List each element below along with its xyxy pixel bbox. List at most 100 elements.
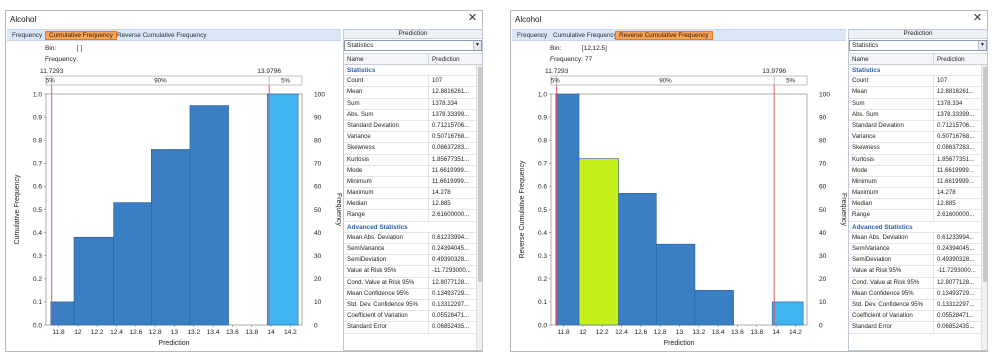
stats-row: Mean Abs. Deviation 0.61233994... xyxy=(344,232,482,244)
stat-name: Coefficient of Variation xyxy=(344,311,429,322)
column-name-header: Name xyxy=(344,54,429,64)
stats-row: Std. Dev. Confidence 95% 0.13312297... xyxy=(344,299,482,312)
y-tick-label-right: 100 xyxy=(314,91,325,98)
dropdown-value: Statistics xyxy=(852,42,879,49)
panel-header: Prediction xyxy=(344,30,482,39)
stat-value: 12.8816261... xyxy=(937,88,975,96)
y-tick-label-right: 70 xyxy=(819,161,827,168)
stats-row: Cond. Value at Risk 95% 12.8077128... xyxy=(344,277,482,289)
x-tick-label: 14 xyxy=(772,329,780,336)
panel-scrollbar[interactable] xyxy=(981,65,987,350)
y-tick-label-right: 50 xyxy=(819,207,827,214)
stat-name: Value at Risk 95% xyxy=(344,266,429,277)
x-tick-label: 12 xyxy=(579,329,587,336)
stat-value: 0.50716768... xyxy=(937,133,975,141)
close-icon[interactable]: ✕ xyxy=(466,12,479,25)
stats-row: Cond. Value at Risk 95% 12.8077128... xyxy=(849,277,987,289)
window-titlebar: Alcohol ✕ xyxy=(511,11,987,28)
statistics-panel: Prediction Statistics ▼ Name Prediction … xyxy=(848,29,988,351)
stat-name: Mean xyxy=(849,87,934,98)
y-tick-label-left: 0.0 xyxy=(538,322,547,329)
stats-row: Variance 0.50716768... xyxy=(344,132,482,144)
close-icon[interactable]: ✕ xyxy=(971,12,984,25)
stat-name: Abs. Sum xyxy=(344,109,429,120)
stat-name: Standard Error xyxy=(849,322,934,333)
statistics-dropdown[interactable]: Statistics ▼ xyxy=(344,40,482,51)
y-tick-label-left: 0.2 xyxy=(538,276,547,283)
stat-value: 1378.334 xyxy=(937,99,963,107)
x-tick-label: 12.2 xyxy=(596,329,609,336)
statistics-dropdown[interactable]: Statistics ▼ xyxy=(849,40,987,51)
stat-name: Variance xyxy=(344,132,429,143)
y-tick-label-right: 50 xyxy=(314,207,322,214)
stats-row: Count 107 xyxy=(849,76,987,88)
histogram-chart[interactable]: 11.7293 13.97965% 90% 5%0.00.10.20.30.40.50… xyxy=(511,61,847,353)
y-tick-label-left: 0.8 xyxy=(33,138,42,145)
stat-name: Mean Confidence 95% xyxy=(344,288,429,299)
stat-name: Std. Dev. Confidence 95% xyxy=(344,299,429,311)
y-tick-label-right: 90 xyxy=(314,114,322,121)
window-titlebar: Alcohol ✕ xyxy=(6,11,482,28)
stat-value: 0.71215706... xyxy=(432,121,470,129)
y-axis-title-right: Frequency xyxy=(335,193,342,227)
marker-left-pct: 5% xyxy=(551,78,560,85)
stat-name: Skewness xyxy=(849,143,934,154)
tab-cumulative-frequency[interactable]: Cumulative Frequency xyxy=(45,31,117,40)
chevron-down-icon[interactable]: ▼ xyxy=(473,41,481,50)
tab-reverse-cumulative-frequency[interactable]: Reverse Cumulative Frequency xyxy=(615,31,713,40)
y-tick-label-left: 1.0 xyxy=(33,91,42,98)
scrollbar-thumb[interactable] xyxy=(478,67,482,282)
x-tick-label: 11.8 xyxy=(557,329,570,336)
stats-row: SemiVariance 0.24394045... xyxy=(849,244,987,256)
histogram-bar xyxy=(266,93,299,326)
x-tick-label: 12.4 xyxy=(110,329,123,336)
stat-value: 0.24394045... xyxy=(937,245,975,252)
x-axis-title: Prediction xyxy=(663,340,694,347)
histogram-bar xyxy=(50,301,75,326)
column-name-header: Name xyxy=(849,54,934,64)
x-tick-label: 13 xyxy=(171,329,179,336)
panel-scrollbar[interactable] xyxy=(476,65,482,350)
x-tick-label: 12.8 xyxy=(654,329,667,336)
stat-value: 0.13493729... xyxy=(937,289,975,297)
tab-reverse-cumulative-frequency[interactable]: Reverse Cumulative Frequency xyxy=(114,31,210,40)
stat-value: 12.885 xyxy=(432,200,451,208)
histogram-bar xyxy=(771,301,804,326)
y-tick-label-right: 90 xyxy=(819,114,827,121)
y-axis-title-left: Reverse Cumulative Frequency xyxy=(519,160,526,259)
stats-row: Mode 11.6619999... xyxy=(849,165,987,177)
x-tick-label: 12.6 xyxy=(634,329,647,336)
y-tick-label-right: 20 xyxy=(819,276,827,283)
tab-cumulative-frequency[interactable]: Cumulative Frequency xyxy=(550,31,620,40)
tab-frequency[interactable]: Frequency xyxy=(9,31,45,40)
scrollbar-thumb[interactable] xyxy=(983,67,987,282)
histogram-bar xyxy=(73,236,114,326)
y-tick-label-right: 40 xyxy=(819,230,827,237)
marker-left-pct: 5% xyxy=(46,78,55,85)
stat-value: -11.7293000... xyxy=(432,267,471,275)
histogram-window-cumulative: Alcohol ✕ Frequency Cumulative Frequency… xyxy=(5,10,483,352)
tab-frequency[interactable]: Frequency xyxy=(514,31,550,40)
stat-value: 0.06852435... xyxy=(432,323,470,331)
chevron-down-icon[interactable]: ▼ xyxy=(978,41,986,50)
stat-name: Minimum xyxy=(344,176,429,188)
histogram-bar xyxy=(694,290,734,326)
stat-value: 0.05528471... xyxy=(937,312,975,320)
stat-name: Standard Deviation xyxy=(849,120,934,132)
stat-value: 0.61233994... xyxy=(937,233,975,241)
stats-table-header: Name Prediction xyxy=(849,53,987,65)
y-tick-label-left: 0.3 xyxy=(33,253,42,260)
y-tick-label-left: 0.3 xyxy=(538,253,547,260)
marker-left-value: 11.7293 xyxy=(545,68,569,75)
x-tick-label: 14.2 xyxy=(789,329,802,336)
stats-row: Skewness 0.08637283... xyxy=(344,143,482,155)
stat-name: Variance xyxy=(849,132,934,143)
stat-value: 0.13312297... xyxy=(937,300,975,308)
x-tick-label: 11.8 xyxy=(52,329,65,336)
stat-name: Cond. Value at Risk 95% xyxy=(849,277,934,288)
histogram-bar xyxy=(150,149,191,326)
stat-value: 0.71215706... xyxy=(937,121,975,129)
marker-right-value: 13.9796 xyxy=(762,68,786,75)
histogram-chart[interactable]: 11.7293 13.97965% 90% 5%0.00.10.20.30.40.50… xyxy=(6,61,342,353)
stats-table: Statistics Count 107 Mean 12.8816261... Sum 13… xyxy=(344,65,482,334)
